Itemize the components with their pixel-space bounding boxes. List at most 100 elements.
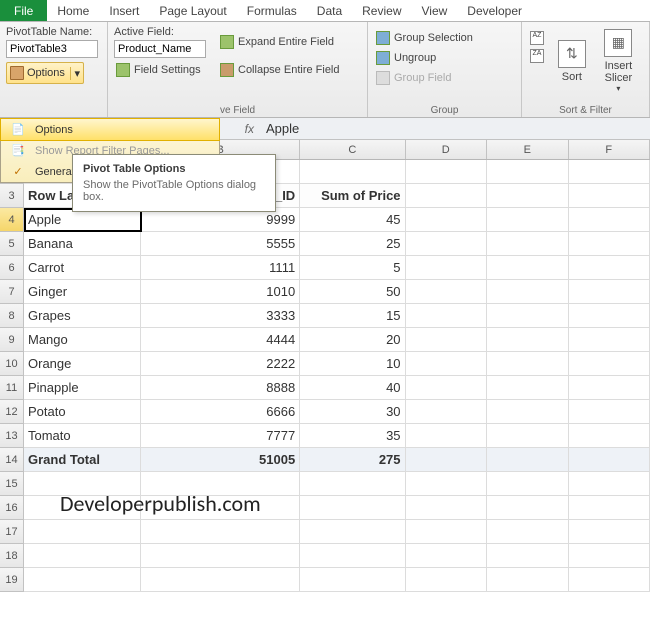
grand-total-price[interactable]: 275 (300, 448, 405, 472)
insert-slicer-button[interactable]: ▦ Insert Slicer ▾ (594, 24, 643, 94)
group-group-label: Group (368, 105, 521, 116)
pivot-row-label[interactable]: Banana (24, 232, 141, 256)
group-pivottable: PivotTable Name: Options ▾ (0, 22, 108, 117)
active-field-group-label: ve Field (108, 105, 367, 116)
col-header-C[interactable]: C (300, 140, 405, 159)
pivot-row-label[interactable]: Grapes (24, 304, 141, 328)
sort-icon: ⇅ (558, 40, 586, 68)
row-header-6[interactable]: 6 (0, 256, 24, 280)
tab-view[interactable]: View (412, 0, 458, 21)
row-header-12[interactable]: 12 (0, 400, 24, 424)
pivot-row-price[interactable]: 25 (300, 232, 405, 256)
menu-options[interactable]: 📄 Options (0, 118, 220, 141)
pivot-row-pid[interactable]: 3333 (141, 304, 300, 328)
menu-options-icon: 📄 (7, 123, 29, 136)
row-header-15[interactable]: 15 (0, 472, 24, 496)
ribbon-tabs: File Home Insert Page Layout Formulas Da… (0, 0, 650, 22)
pivot-row-price[interactable]: 35 (300, 424, 405, 448)
ungroup-icon (376, 51, 390, 65)
sort-za-icon: ZA (530, 49, 544, 63)
row-header-5[interactable]: 5 (0, 232, 24, 256)
pivottable-name-label: PivotTable Name: (6, 24, 101, 40)
pivot-row-label[interactable]: Potato (24, 400, 141, 424)
row-header-16[interactable]: 16 (0, 496, 24, 520)
sort-az-icon: AZ (530, 31, 544, 45)
pivot-row-pid[interactable]: 1111 (141, 256, 300, 280)
field-settings-button[interactable]: Field Settings (114, 62, 210, 78)
row-header-13[interactable]: 13 (0, 424, 24, 448)
row-header-3[interactable]: 3 (0, 184, 24, 208)
pivot-row-price[interactable]: 40 (300, 376, 405, 400)
tab-developer[interactable]: Developer (457, 0, 532, 21)
sort-filter-group-label: Sort & Filter (522, 105, 649, 116)
pivot-row-price[interactable]: 5 (300, 256, 405, 280)
pivot-row-price[interactable]: 10 (300, 352, 405, 376)
row-header-4[interactable]: 4 (0, 208, 24, 232)
slicer-icon: ▦ (604, 29, 632, 57)
row-header-14[interactable]: 14 (0, 448, 24, 472)
tab-insert[interactable]: Insert (99, 0, 149, 21)
pivottable-name-input[interactable] (6, 40, 98, 58)
ungroup-button[interactable]: Ungroup (374, 50, 515, 66)
group-field-icon (376, 71, 390, 85)
menu-check-icon: ✓ (7, 165, 29, 178)
sort-za-button[interactable]: ZA (528, 48, 550, 64)
pivot-row-price[interactable]: 50 (300, 280, 405, 304)
pivot-row-price[interactable]: 30 (300, 400, 405, 424)
row-header-7[interactable]: 7 (0, 280, 24, 304)
pivot-row-pid[interactable]: 6666 (141, 400, 300, 424)
tab-home[interactable]: Home (47, 0, 99, 21)
row-header-8[interactable]: 8 (0, 304, 24, 328)
collapse-field-button[interactable]: Collapse Entire Field (218, 62, 342, 78)
grand-total-label[interactable]: Grand Total (24, 448, 141, 472)
tooltip-title: Pivot Table Options (83, 163, 265, 175)
pivot-sum-price-header[interactable]: Sum of Price (300, 184, 405, 208)
row-header-11[interactable]: 11 (0, 376, 24, 400)
pivot-row-label[interactable]: Mango (24, 328, 141, 352)
expand-field-button[interactable]: Expand Entire Field (218, 34, 342, 50)
pivot-row-pid[interactable]: 1010 (141, 280, 300, 304)
row-header-9[interactable]: 9 (0, 328, 24, 352)
pivot-row-price[interactable]: 15 (300, 304, 405, 328)
row-header-19[interactable]: 19 (0, 568, 24, 592)
col-header-D[interactable]: D (406, 140, 488, 159)
sort-button[interactable]: ⇅ Sort (550, 24, 594, 94)
ribbon: PivotTable Name: Options ▾ Active Field:… (0, 22, 650, 118)
row-header-17[interactable]: 17 (0, 520, 24, 544)
tab-page-layout[interactable]: Page Layout (149, 0, 236, 21)
pivot-row-pid[interactable]: 4444 (141, 328, 300, 352)
options-dropdown-arrow[interactable]: ▾ (70, 67, 80, 80)
group-sort-filter: AZ ZA ⇅ Sort ▦ Insert Slicer ▾ Sort & Fi… (522, 22, 650, 117)
pivot-row-price[interactable]: 20 (300, 328, 405, 352)
menu-report-icon: 📑 (7, 144, 29, 157)
pivot-row-pid[interactable]: 5555 (141, 232, 300, 256)
pivot-row-pid[interactable]: 2222 (141, 352, 300, 376)
active-field-input[interactable] (114, 40, 206, 58)
tab-file[interactable]: File (0, 0, 47, 21)
row-header-18[interactable]: 18 (0, 544, 24, 568)
pivot-row-pid[interactable]: 8888 (141, 376, 300, 400)
pivot-row-price[interactable]: 45 (300, 208, 405, 232)
pivot-row-label[interactable]: Tomato (24, 424, 141, 448)
pivot-row-label[interactable]: Pinapple (24, 376, 141, 400)
pivot-row-pid[interactable]: 7777 (141, 424, 300, 448)
tooltip-body: Show the PivotTable Options dialog box. (83, 179, 265, 203)
col-header-F[interactable]: F (569, 140, 650, 159)
tab-review[interactable]: Review (352, 0, 411, 21)
pivot-row-label[interactable]: Orange (24, 352, 141, 376)
group-selection-button[interactable]: Group Selection (374, 30, 515, 46)
sort-az-button[interactable]: AZ (528, 30, 550, 46)
col-header-E[interactable]: E (487, 140, 569, 159)
group-field-button: Group Field (374, 70, 515, 86)
collapse-icon (220, 63, 234, 77)
tab-formulas[interactable]: Formulas (237, 0, 307, 21)
options-button[interactable]: Options ▾ (6, 62, 84, 84)
grand-total-pid[interactable]: 51005 (141, 448, 300, 472)
pivot-row-label[interactable]: Ginger (24, 280, 141, 304)
row-header-10[interactable]: 10 (0, 352, 24, 376)
field-settings-icon (116, 63, 130, 77)
pivot-row-label[interactable]: Carrot (24, 256, 141, 280)
tab-data[interactable]: Data (307, 0, 352, 21)
options-icon (10, 66, 24, 80)
formula-input[interactable]: Apple (260, 121, 650, 136)
